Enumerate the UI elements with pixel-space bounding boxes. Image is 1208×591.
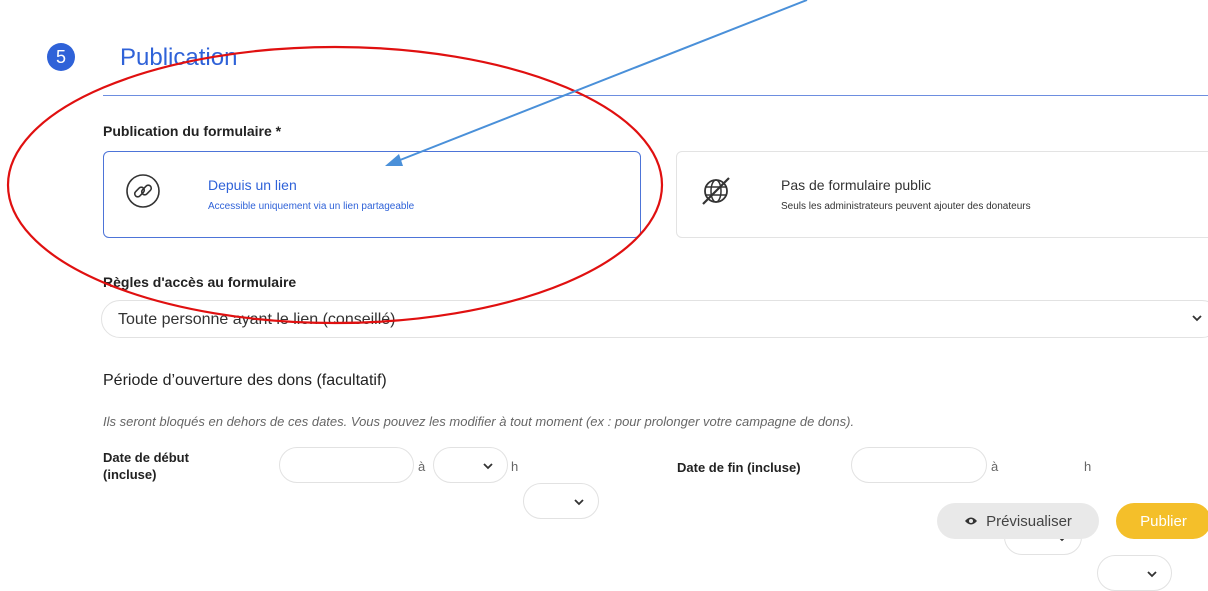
access-rules-value: Toute personne ayant le lien (conseillé)	[118, 311, 396, 328]
link-icon	[124, 172, 162, 210]
start-date-label-line1: Date de début	[103, 450, 189, 465]
section-divider	[103, 95, 1208, 96]
preview-button-label: Prévisualiser	[986, 512, 1072, 530]
publication-option-private[interactable]: Pas de formulaire public Seuls les admin…	[676, 151, 1208, 238]
start-date-label: Date de début (incluse)	[103, 449, 189, 483]
preview-button[interactable]: Prévisualiser	[937, 503, 1099, 539]
publication-option-link-subtitle: Accessible uniquement via un lien partag…	[208, 201, 415, 212]
publish-button-label: Publier	[1140, 512, 1187, 530]
start-date-input[interactable]	[279, 447, 414, 483]
publication-option-private-subtitle: Seuls les administrateurs peuvent ajoute…	[781, 201, 1031, 212]
end-date-label: Date de fin (incluse)	[677, 460, 801, 475]
step-number-badge: 5	[47, 43, 75, 71]
chevron-down-icon	[483, 463, 493, 470]
start-hour-separator: h	[511, 459, 519, 474]
publication-option-private-title: Pas de formulaire public	[781, 177, 932, 193]
chevron-down-icon	[574, 499, 584, 506]
end-minute-select[interactable]	[1097, 555, 1172, 591]
publish-button[interactable]: Publier	[1116, 503, 1208, 539]
end-date-input[interactable]	[851, 447, 987, 483]
start-at-separator: à	[418, 459, 426, 474]
chevron-down-icon	[1192, 315, 1202, 322]
publication-option-link-title: Depuis un lien	[208, 177, 297, 193]
end-hour-separator: h	[1084, 459, 1092, 474]
section-title: Publication	[120, 44, 238, 71]
eye-icon	[965, 517, 978, 525]
annotation-arrow	[394, 0, 808, 163]
period-title: Période d’ouverture des dons (facultatif…	[103, 372, 387, 389]
start-minute-select[interactable]	[523, 483, 599, 519]
start-hour-select[interactable]	[433, 447, 508, 483]
access-rules-select[interactable]: Toute personne ayant le lien (conseillé)	[101, 300, 1208, 338]
chevron-down-icon	[1147, 571, 1157, 578]
access-rules-label: Règles d'accès au formulaire	[103, 274, 297, 290]
period-hint: Ils seront bloqués en dehors de ces date…	[103, 414, 855, 429]
start-date-label-line2: (incluse)	[103, 467, 157, 482]
end-at-separator: à	[991, 459, 999, 474]
publication-label: Publication du formulaire *	[103, 123, 282, 139]
globe-disabled-icon	[697, 172, 735, 210]
publication-option-link[interactable]: Depuis un lien Accessible uniquement via…	[103, 151, 641, 238]
